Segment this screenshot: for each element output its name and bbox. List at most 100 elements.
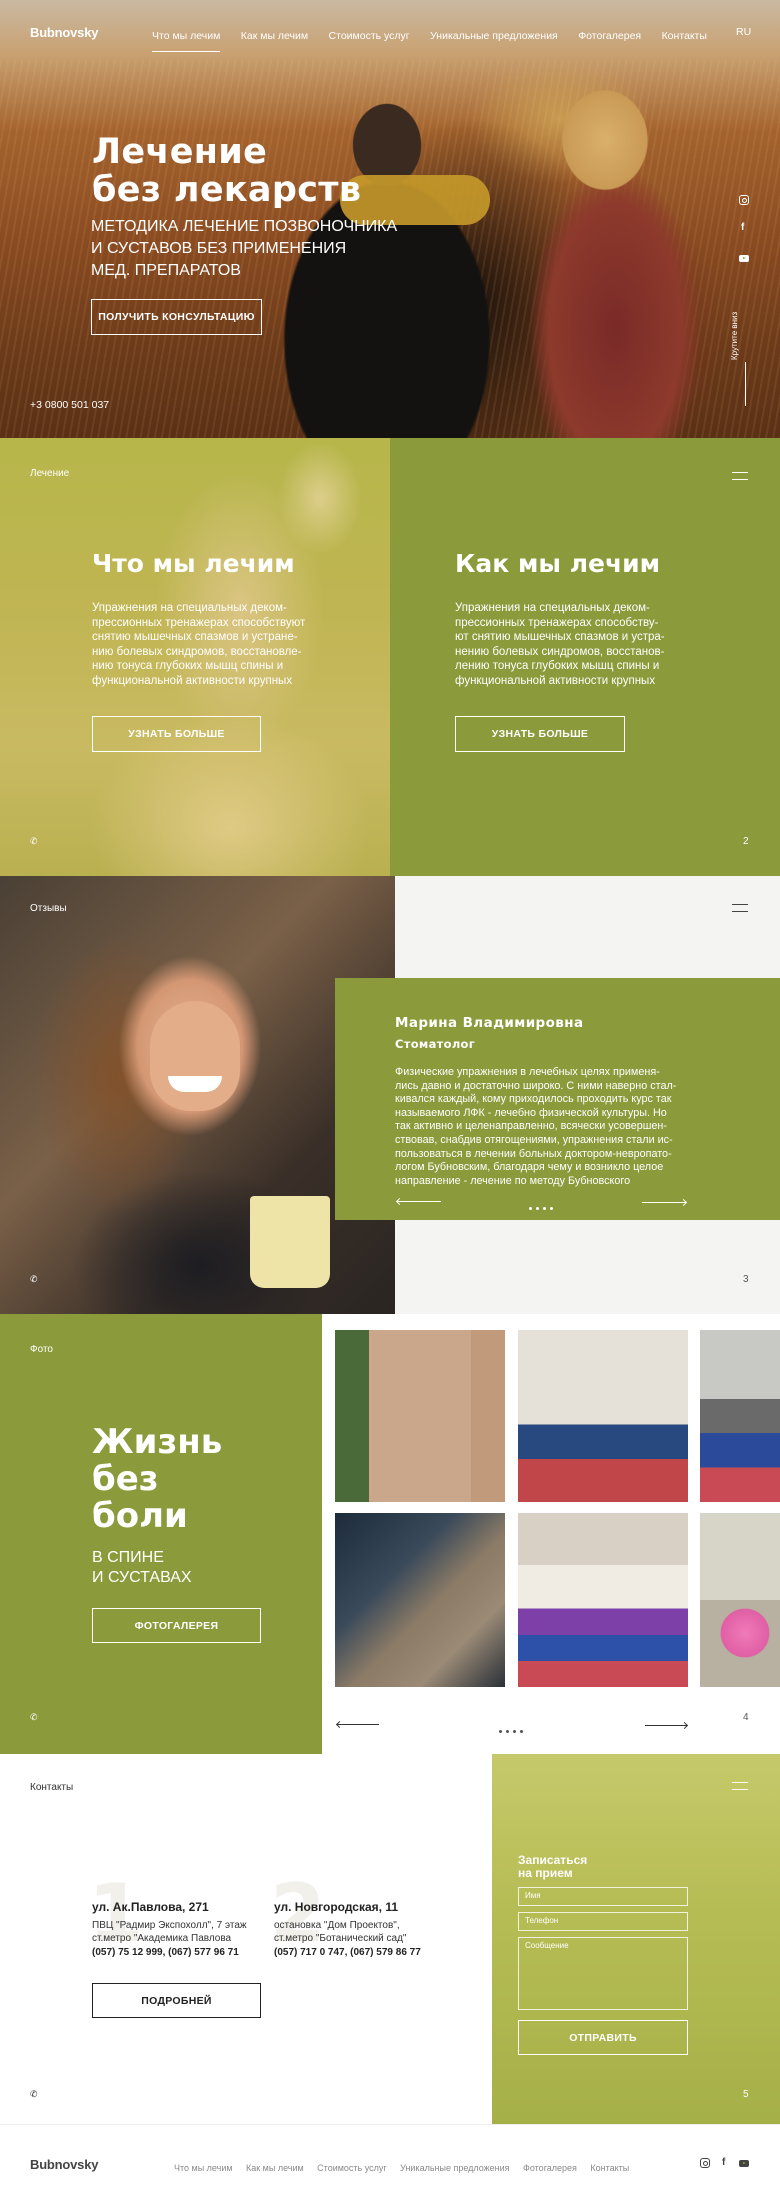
contacts-section: Контакты 1 ул. Ак.Павлова, 271 ПВЦ "Радм… xyxy=(0,1754,780,2124)
footer-link-gallery[interactable]: Фотогалерея xyxy=(523,2163,577,2173)
consultation-button[interactable]: ПОЛУЧИТЬ КОНСУЛЬТАЦИЮ xyxy=(91,299,262,335)
reviews-section: Отзывы Марина Владимировна Стоматолог Фи… xyxy=(0,876,780,1314)
text-line: Упражнения на специальных деком- xyxy=(92,602,287,614)
address-phones[interactable]: (057) 717 0 747, (067) 579 86 77 xyxy=(274,1947,474,1958)
gallery-section: Фото Жизнь без боли В СПИНЕ И СУСТАВАХ Ф… xyxy=(0,1314,780,1754)
reviewer-smile xyxy=(168,1076,222,1092)
nav-item-prices[interactable]: Стоимость услуг xyxy=(329,30,410,42)
text-line: ствовав, снабдив отягощениями, упражнени… xyxy=(395,1133,673,1146)
menu-icon[interactable] xyxy=(732,904,748,912)
text-line: так активно и целенаправленно, всячески … xyxy=(395,1120,667,1133)
hero-sub-line1: МЕТОДИКА ЛЕЧЕНИЕ ПОЗВОНОЧНИКА xyxy=(91,218,398,235)
hero-phone[interactable]: +3 0800 501 037 xyxy=(30,399,109,411)
text-line: нию болевых синдромов, восстановле- xyxy=(92,645,302,658)
address-title: ул. Новгородская, 11 xyxy=(274,1900,399,1914)
nav-item-how[interactable]: Как мы лечим xyxy=(241,30,308,42)
gallery-sub-line1: В СПИНЕ xyxy=(92,1549,164,1566)
phone-input[interactable]: Телефон xyxy=(518,1912,688,1931)
more-details-button[interactable]: ПОДРОБНЕЙ xyxy=(92,1983,261,2018)
hero-sub-line3: МЕД. ПРЕПАРАТОВ xyxy=(91,262,241,279)
gallery-photo-4[interactable] xyxy=(335,1513,505,1687)
address-line: ПВЦ "Радмир Экспохолл", 7 этаж xyxy=(92,1920,247,1931)
what-we-treat-title: Что мы лечим xyxy=(92,549,295,578)
hero-section: Bubnovsky Что мы лечим Как мы лечим Стои… xyxy=(0,0,780,438)
language-switch[interactable]: RU xyxy=(736,26,751,38)
menu-icon[interactable] xyxy=(732,472,748,480)
text-line: прессионных тренажерах способству- xyxy=(455,616,659,629)
facebook-icon[interactable]: f xyxy=(722,2157,725,2168)
footer-link-offers[interactable]: Уникальные предложения xyxy=(400,2163,509,2173)
phone-icon[interactable]: ✆ xyxy=(30,836,38,847)
gallery-next-arrow[interactable] xyxy=(645,1725,687,1726)
nav-item-contacts[interactable]: Контакты xyxy=(662,30,707,42)
text-line: пользоваться в лечении больных доктором-… xyxy=(395,1147,672,1160)
learn-more-button-what[interactable]: УЗНАТЬ БОЛЬШЕ xyxy=(92,716,261,752)
gallery-title-line2: без xyxy=(92,1459,159,1499)
hero-photo-woman xyxy=(495,70,735,438)
address-line: ст.метро "Академика Павлова xyxy=(92,1933,232,1944)
text-line: ют снятию мышечных спазмов и устра- xyxy=(455,631,665,644)
address-block-2: ул. Новгородская, 11 остановка "Дом Прое… xyxy=(274,1900,474,1958)
reviewer-name: Марина Владимировна xyxy=(395,1015,584,1031)
nav-item-gallery[interactable]: Фотогалерея xyxy=(578,30,641,42)
scroll-hint[interactable]: Крутите вниз xyxy=(730,312,739,360)
nav-item-what[interactable]: Что мы лечим xyxy=(152,30,221,52)
logo[interactable]: Bubnovsky xyxy=(30,25,98,40)
gallery-title-line3: боли xyxy=(92,1496,188,1536)
address-line: остановка "Дом Проектов", xyxy=(274,1920,400,1931)
text-line: кивался каждый, кому приходилось проходи… xyxy=(395,1093,672,1106)
prev-arrow[interactable] xyxy=(397,1201,441,1202)
gallery-photo-3[interactable] xyxy=(700,1330,780,1502)
section-label: Отзывы xyxy=(30,903,67,914)
menu-icon[interactable] xyxy=(732,1782,748,1790)
facebook-icon[interactable]: f xyxy=(741,222,744,233)
next-arrow[interactable] xyxy=(642,1202,686,1203)
address-phones[interactable]: (057) 75 12 999, (067) 577 96 71 xyxy=(92,1947,272,1958)
youtube-icon[interactable] xyxy=(739,255,749,262)
gallery-photo-1[interactable] xyxy=(335,1330,505,1502)
gallery-photo-2[interactable] xyxy=(518,1330,688,1502)
gallery-dots[interactable] xyxy=(497,1720,525,1738)
section-label: Фото xyxy=(30,1344,53,1355)
hero-subtitle: МЕТОДИКА ЛЕЧЕНИЕ ПОЗВОНОЧНИКА И СУСТАВОВ… xyxy=(91,216,397,282)
submit-button[interactable]: ОТПРАВИТЬ xyxy=(518,2020,688,2055)
text-line: снятию мышечных спазмов и устране- xyxy=(92,631,298,644)
section-number: 2 xyxy=(743,836,749,847)
name-input[interactable]: Имя xyxy=(518,1887,688,1906)
footer-link-contacts[interactable]: Контакты xyxy=(590,2163,629,2173)
instagram-icon[interactable] xyxy=(739,195,749,205)
section-label: Лечение xyxy=(30,468,70,479)
gallery-prev-arrow[interactable] xyxy=(337,1724,379,1725)
section-number: 3 xyxy=(743,1274,749,1285)
section-number: 4 xyxy=(743,1712,749,1723)
reviewer-face xyxy=(150,1001,240,1111)
text-line: лению тонуса глубоких мышц спины и xyxy=(455,660,660,673)
gallery-photo-6[interactable] xyxy=(700,1513,780,1687)
address-title: ул. Ак.Павлова, 271 xyxy=(92,1900,209,1914)
phone-icon[interactable]: ✆ xyxy=(30,2089,38,2100)
phone-icon[interactable]: ✆ xyxy=(30,1712,38,1723)
gallery-button[interactable]: ФОТОГАЛЕРЕЯ xyxy=(92,1608,261,1643)
instagram-icon[interactable] xyxy=(700,2158,710,2168)
message-textarea[interactable]: Сообщение xyxy=(518,1937,688,2010)
hero-title: Лечение без лекарств xyxy=(92,133,361,209)
hero-sub-line2: И СУСТАВОВ БЕЗ ПРИМЕНЕНИЯ xyxy=(91,240,347,257)
gallery-photo-5[interactable] xyxy=(518,1513,688,1687)
text-line: Физические упражнения в лечебных целях п… xyxy=(395,1066,660,1078)
learn-more-button-how[interactable]: УЗНАТЬ БОЛЬШЕ xyxy=(455,716,625,752)
section-label: Контакты xyxy=(30,1782,74,1793)
footer-link-what[interactable]: Что мы лечим xyxy=(174,2163,233,2173)
how-we-treat-title: Как мы лечим xyxy=(455,549,661,578)
footer: Bubnovsky Что мы лечим Как мы лечим Стои… xyxy=(0,2124,780,2192)
footer-link-prices[interactable]: Стоимость услуг xyxy=(317,2163,387,2173)
hero-title-line1: Лечение xyxy=(92,132,268,172)
reviewer-role: Стоматолог xyxy=(395,1037,476,1051)
text-line: Упражнения на специальных деком- xyxy=(455,602,650,614)
carousel-dots[interactable] xyxy=(527,1197,555,1215)
youtube-icon[interactable] xyxy=(739,2160,749,2167)
footer-link-how[interactable]: Как мы лечим xyxy=(246,2163,304,2173)
footer-logo[interactable]: Bubnovsky xyxy=(30,2157,98,2172)
scroll-line xyxy=(745,362,746,406)
phone-icon[interactable]: ✆ xyxy=(30,1274,38,1285)
nav-item-offers[interactable]: Уникальные предложения xyxy=(430,30,558,42)
